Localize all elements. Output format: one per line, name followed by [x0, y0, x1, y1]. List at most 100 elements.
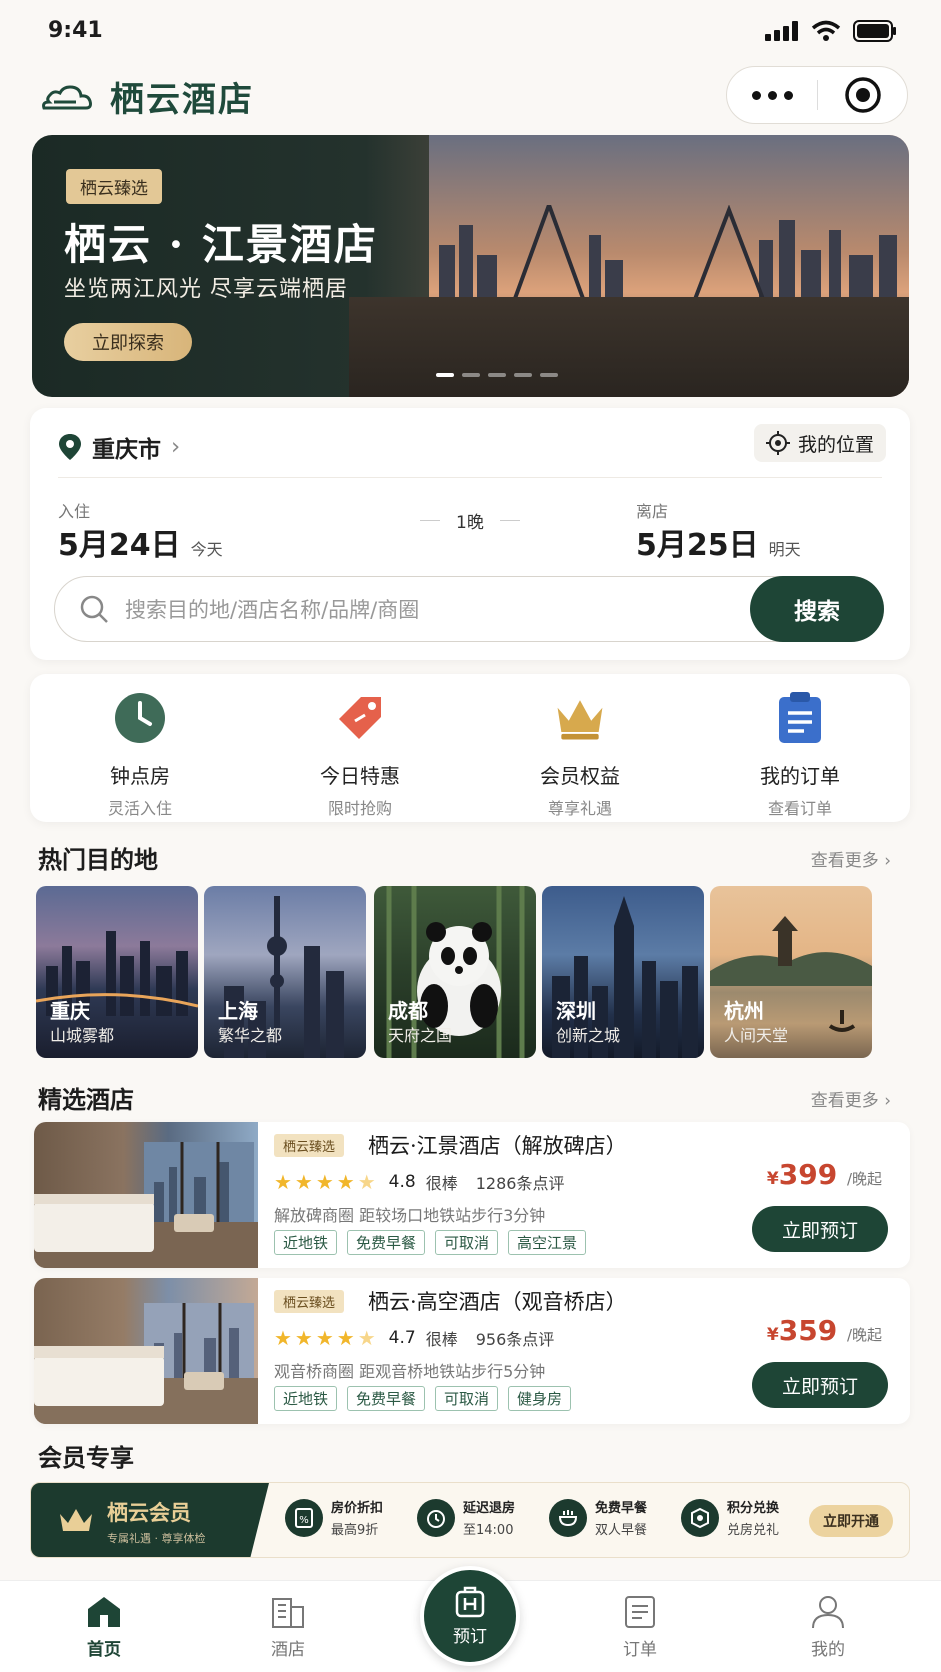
destination-sub: 山城雾都 [50, 1026, 115, 1045]
app-name: 栖云酒店 [110, 80, 254, 120]
status-icons [765, 20, 897, 42]
hotel-location: 观音桥商圈 距观音桥地铁站步行5分钟 [274, 1362, 546, 1381]
member-perk: 免费早餐 双人早餐 [549, 1497, 647, 1538]
hero-banner[interactable]: 栖云臻选 栖云 · 江景酒店 坐览两江风光 尽享云端栖居 立即探索 [32, 135, 909, 397]
banner-title: 栖云 · 江景酒店 [64, 220, 378, 269]
tag-icon [339, 697, 381, 739]
destination-card[interactable]: 重庆 山城雾都 [36, 886, 198, 1058]
crown-icon [557, 700, 603, 740]
breakfast-icon [558, 1509, 578, 1526]
search-icon [80, 595, 108, 623]
destination-sub: 人间天堂 [724, 1026, 789, 1045]
checkout-note: 明天 [768, 540, 801, 559]
hotel-image [34, 1122, 258, 1268]
wifi-icon [811, 20, 841, 41]
order-list-icon [625, 1596, 655, 1628]
destinations-more-link[interactable]: 查看更多 › [811, 846, 891, 871]
destination-card[interactable]: 成都 天府之国 [374, 886, 536, 1058]
clock-icon [115, 693, 165, 743]
destination-name: 上海 [218, 999, 258, 1023]
quick-action-orders[interactable]: 我的订单 查看订单 [690, 674, 910, 822]
search-bar: 搜索目的地/酒店名称/品牌/商圈 搜索 [54, 576, 884, 642]
brand: 栖云酒店 [40, 72, 254, 121]
member-strip[interactable]: 栖云会员 专属礼遇 · 尊享体检 % 房价折扣 最高9折 延迟退房 至14:00 免… [30, 1482, 910, 1558]
alarm-clock-icon [427, 1509, 445, 1528]
hotel-rating: ★★★★★ 4.8 很棒 1286条点评 [274, 1170, 565, 1194]
battery-icon [853, 20, 896, 42]
destination-card[interactable]: 深圳 创新之城 [542, 886, 704, 1058]
locate-icon [765, 431, 790, 455]
destination-name: 杭州 [724, 999, 764, 1023]
checkin-date: 5月24日 [58, 528, 181, 563]
quick-action-membership[interactable]: 会员权益 尊享礼遇 [470, 674, 690, 822]
hotel-rating: ★★★★★ 4.7 很棒 956条点评 [274, 1326, 555, 1350]
hotel-tag: 栖云臻选 [274, 1290, 345, 1313]
member-perk: 延迟退房 至14:00 [417, 1497, 515, 1538]
carousel-dots [436, 373, 558, 377]
hotel-location: 解放碑商圈 距较场口地铁站步行3分钟 [274, 1206, 546, 1225]
chevron-right-icon: › [171, 434, 181, 460]
city-name: 重庆市 [92, 437, 161, 463]
quick-actions: 钟点房 灵活入住 今日特惠 限时抢购 会员权益 尊享礼遇 我的订单 查看订单 [30, 674, 910, 822]
hotel-image [34, 1278, 258, 1424]
hotel-feature-tags: 近地铁 免费早餐 可取消 健身房 [274, 1386, 572, 1411]
hotel-price: ¥399 /晚起 [766, 1158, 882, 1191]
tab-book[interactable]: 预订 [420, 1566, 520, 1666]
hotel-name: 栖云·高空酒店（观音桥店） [368, 1290, 627, 1314]
hotel-feature-tags: 近地铁 免费早餐 可取消 高空江景 [274, 1230, 587, 1255]
member-name: 栖云会员 [107, 1500, 191, 1525]
open-membership-button[interactable]: 立即开通 [809, 1505, 893, 1537]
destinations-title: 热门目的地 [38, 846, 158, 874]
mini-program-capsule [726, 66, 908, 124]
rating-stars: ★★★★★ [274, 1326, 379, 1350]
destination-card[interactable]: 杭州 人间天堂 [710, 886, 872, 1058]
clipboard-icon [779, 692, 821, 743]
destination-name: 成都 [388, 999, 428, 1023]
checkin-label: 入住 [58, 502, 91, 521]
destination-sub: 繁华之都 [218, 1026, 283, 1045]
destination-sub: 天府之国 [388, 1026, 453, 1045]
my-location-button[interactable]: 我的位置 [753, 424, 886, 462]
tab-home[interactable]: 首页 [54, 1595, 154, 1660]
destination-card[interactable]: 上海 繁华之都 [204, 886, 366, 1058]
checkout-date-picker[interactable]: 5月25日 明天 [636, 520, 801, 564]
member-title: 会员专享 [38, 1444, 134, 1472]
building-icon [272, 1598, 304, 1628]
svg-text:%: % [299, 1515, 309, 1526]
hotel-card[interactable]: 栖云臻选 栖云·高空酒店（观音桥店） ★★★★★ 4.7 很棒 956条点评 观… [34, 1278, 910, 1424]
home-icon [88, 1597, 120, 1627]
search-input[interactable]: 搜索目的地/酒店名称/品牌/商圈 [125, 594, 750, 624]
destination-name: 重庆 [50, 999, 90, 1023]
discount-icon: % [295, 1507, 313, 1528]
status-time: 9:41 [48, 18, 103, 43]
explore-button[interactable]: 立即探索 [64, 323, 192, 361]
hotel-name: 栖云·江景酒店（解放碑店） [368, 1134, 627, 1158]
checkout-label: 离店 [636, 502, 669, 521]
signal-icon [765, 21, 798, 41]
more-button[interactable] [727, 90, 817, 100]
rating-stars: ★★★★★ [274, 1170, 379, 1194]
tab-orders[interactable]: 订单 [590, 1595, 690, 1660]
destination-name: 深圳 [556, 999, 596, 1023]
member-sub: 专属礼遇 · 尊享体检 [107, 1531, 206, 1545]
close-target-button[interactable] [818, 76, 907, 114]
search-button[interactable]: 搜索 [750, 576, 884, 642]
banner-tag: 栖云臻选 [66, 169, 162, 204]
checkin-note: 今天 [190, 540, 223, 559]
book-now-button[interactable]: 立即预订 [752, 1362, 888, 1408]
quick-action-hourly-room[interactable]: 钟点房 灵活入住 [30, 674, 250, 822]
hotel-card[interactable]: 栖云臻选 栖云·江景酒店（解放碑店） ★★★★★ 4.8 很棒 1286条点评 … [34, 1122, 910, 1268]
city-selector[interactable]: 重庆市 › [58, 430, 180, 464]
hotel-tag: 栖云臻选 [274, 1134, 345, 1157]
search-card: 重庆市 › 我的位置 入住 5月24日 今天 1晚 离店 5月25日 明天 搜索目的… [30, 408, 910, 660]
destination-sub: 创新之城 [556, 1026, 621, 1045]
book-now-button[interactable]: 立即预订 [752, 1206, 888, 1252]
tab-mine[interactable]: 我的 [778, 1595, 878, 1660]
hotel-luggage-icon [455, 1586, 485, 1617]
nights-count: 1晚 [420, 508, 520, 533]
tab-hotel[interactable]: 酒店 [238, 1595, 338, 1660]
hotels-more-link[interactable]: 查看更多 › [811, 1086, 891, 1111]
crown-icon [60, 1509, 92, 1531]
quick-action-deals[interactable]: 今日特惠 限时抢购 [250, 674, 470, 822]
checkin-date-picker[interactable]: 5月24日 今天 [58, 520, 223, 564]
